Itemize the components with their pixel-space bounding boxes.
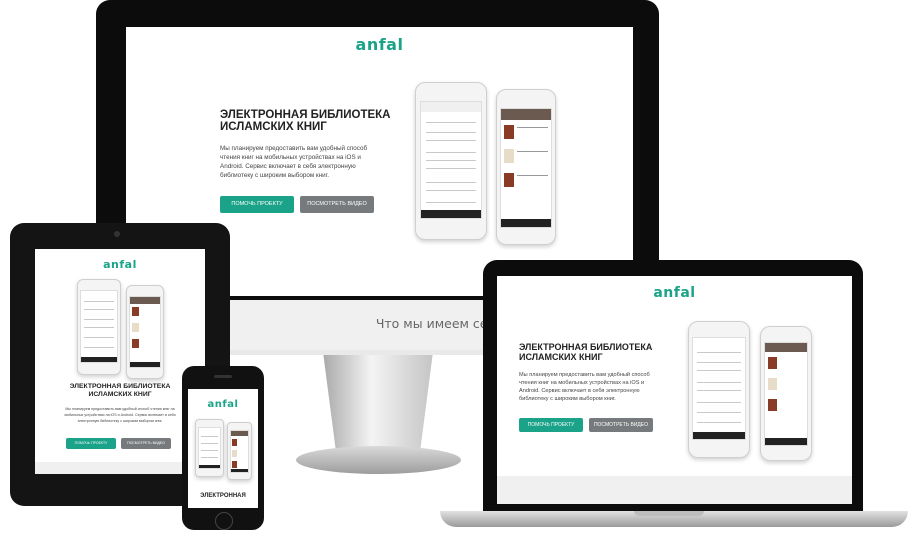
monitor-stand-neck: [323, 355, 433, 455]
section-band: [35, 462, 205, 474]
app-mockup-phone-menu: [688, 321, 750, 458]
phone-speaker: [214, 375, 232, 378]
watch-video-button[interactable]: ПОСМОТРЕТЬ ВИДЕО: [300, 196, 374, 213]
section-band: [497, 476, 852, 504]
hero-heading-line-1: ЭЛЕКТРОННАЯ БИБЛИОТЕКА: [69, 383, 171, 390]
laptop-screen: anfal ЭЛЕКТРОННАЯ БИБЛИОТЕКА ИСЛАМСКИХ К…: [497, 276, 852, 504]
hero-heading-partial: ЭЛЕКТРОННАЯ: [200, 493, 246, 499]
hero-heading-line-2: ИСЛАМСКИХ КНИГ: [88, 391, 152, 398]
app-mockup-phone-menu: [77, 279, 121, 375]
help-project-button[interactable]: ПОМОЧЬ ПРОЕКТУ: [519, 418, 583, 432]
hero-heading-line-2: ИСЛАМСКИХ КНИГ: [519, 352, 603, 362]
laptop-trackpad-notch: [634, 511, 704, 516]
hero-heading: ЭЛЕКТРОННАЯ БИБЛИОТЕКА ИСЛАМСКИХ КНИГ: [220, 109, 410, 133]
help-project-button[interactable]: ПОМОЧЬ ПРОЕКТУ: [66, 438, 116, 449]
phone-screen: anfal ЭЛЕКТРОННАЯ: [188, 389, 258, 508]
hero-heading-line-2: ИСЛАМСКИХ КНИГ: [220, 121, 327, 133]
hero-heading-line-1: ЭЛЕКТРОННАЯ БИБЛИОТЕКА: [519, 342, 653, 352]
hero-description: Мы планируем предоставить вам удобный сп…: [220, 145, 368, 179]
site-logo[interactable]: anfal: [35, 258, 205, 271]
phone-home-button[interactable]: [215, 512, 233, 530]
watch-video-button[interactable]: ПОСМОТРЕТЬ ВИДЕО: [589, 418, 653, 432]
app-mockup-phone-books: [760, 326, 812, 461]
site-logo[interactable]: anfal: [126, 35, 633, 54]
tablet-screen: anfal ЭЛЕКТРОННАЯ БИБЛИОТЕКА ИСЛАМСКИХ К…: [35, 249, 205, 474]
hero-description: Мы планируем предоставить вам удобный сп…: [519, 372, 650, 402]
app-mockup-phone-menu: [415, 82, 487, 240]
app-mockup-phone-books: [126, 285, 164, 379]
hero-heading: ЭЛЕКТРОННАЯ БИБЛИОТЕКА ИСЛАМСКИХ КНИГ: [519, 342, 679, 362]
site-logo[interactable]: anfal: [188, 399, 258, 410]
help-project-button[interactable]: ПОМОЧЬ ПРОЕКТУ: [220, 196, 294, 213]
tablet-camera: [114, 231, 120, 237]
watch-video-button[interactable]: ПОСМОТРЕТЬ ВИДЕО: [121, 438, 171, 449]
site-logo[interactable]: anfal: [497, 285, 852, 301]
monitor-stand-base: [296, 446, 461, 474]
app-mockup-phone-books: [496, 89, 556, 245]
app-mockup-phone-menu: [195, 419, 224, 477]
hero-description: Мы планируем предоставить вам удобный сп…: [64, 407, 176, 423]
hero-heading: ЭЛЕКТРОННАЯ БИБЛИОТЕКА ИСЛАМСКИХ КНИГ: [35, 383, 205, 399]
hero-heading-line-1: ЭЛЕКТРОННАЯ БИБЛИОТЕКА: [220, 109, 391, 121]
app-mockup-phone-books: [227, 422, 252, 480]
